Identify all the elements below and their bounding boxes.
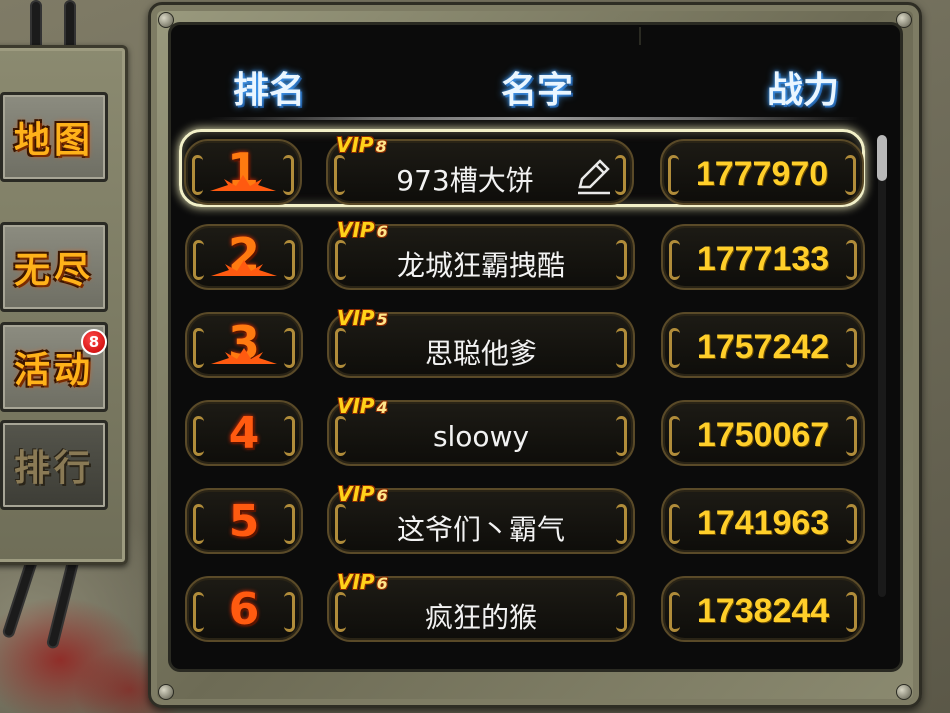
player-name: 这爷们丶霸气 bbox=[396, 513, 565, 546]
power-cell: 1738244 bbox=[661, 576, 865, 642]
power-value: 1757242 bbox=[696, 328, 830, 366]
table-row[interactable]: 5 VIP 6 这爷们丶霸气 1741963 bbox=[183, 481, 865, 559]
sidebar-item-label: 排行 bbox=[13, 448, 94, 489]
name-cell: VIP 6 疯狂的猴 bbox=[327, 570, 635, 642]
sidebar-item-label: 地图 bbox=[13, 120, 94, 161]
sidebar-item-endless[interactable]: 无尽 bbox=[0, 222, 108, 312]
leaderboard-scrollbar[interactable] bbox=[877, 135, 887, 597]
name-cell: VIP 6 龙城狂霸拽酷 bbox=[327, 218, 635, 290]
header-divider bbox=[209, 117, 860, 120]
rank-spark-icon bbox=[210, 175, 276, 191]
power-cell: 1741963 bbox=[661, 488, 865, 554]
vip-badge: VIP 6 bbox=[337, 218, 388, 242]
rank-number: 4 bbox=[228, 408, 260, 459]
power-value: 1741963 bbox=[696, 504, 830, 542]
vip-badge: VIP 5 bbox=[337, 306, 388, 330]
power-value: 1777133 bbox=[696, 240, 830, 278]
rivet-icon bbox=[158, 684, 174, 700]
power-value: 1750067 bbox=[696, 416, 830, 454]
frame-seam bbox=[639, 27, 641, 45]
rank-spark-icon bbox=[211, 348, 277, 364]
table-row-self[interactable]: 1 VIP 8 973槽大饼 1777970 bbox=[179, 129, 865, 207]
power-value: 1738244 bbox=[696, 592, 830, 630]
rivet-icon bbox=[896, 684, 912, 700]
header-name: 名字 bbox=[501, 70, 574, 111]
leaderboard-panel: 排名 名字 战力 1 VIP 8 973槽大饼 1777970 2 VIP 6 … bbox=[168, 22, 903, 672]
name-cell: VIP 6 这爷们丶霸气 bbox=[327, 482, 635, 554]
sidebar-item-map[interactable]: 地图 bbox=[0, 92, 108, 182]
table-row[interactable]: 6 VIP 6 疯狂的猴 1738244 bbox=[183, 569, 865, 647]
name-cell: VIP 5 思聪他爹 bbox=[327, 306, 635, 378]
rank-spark-icon bbox=[211, 260, 277, 276]
player-name: sloowy bbox=[432, 420, 530, 453]
player-name: 思聪他爹 bbox=[424, 337, 537, 370]
scrollbar-thumb[interactable] bbox=[877, 135, 887, 181]
rank-cell: 3 bbox=[185, 312, 303, 378]
power-cell: 1777133 bbox=[661, 224, 865, 290]
vip-badge: VIP 8 bbox=[336, 133, 387, 157]
rank-number: 5 bbox=[228, 496, 260, 547]
name-cell: VIP 8 973槽大饼 bbox=[326, 133, 634, 205]
rank-number: 6 bbox=[228, 584, 260, 635]
power-cell: 1757242 bbox=[661, 312, 865, 378]
vip-badge: VIP 4 bbox=[337, 394, 388, 418]
sidebar-item-label: 无尽 bbox=[13, 250, 94, 291]
rank-cell: 5 bbox=[185, 488, 303, 554]
name-cell: VIP 4 sloowy bbox=[327, 394, 635, 466]
rank-cell: 4 bbox=[185, 400, 303, 466]
header-rank: 排名 bbox=[233, 70, 306, 111]
table-row[interactable]: 4 VIP 4 sloowy 1750067 bbox=[183, 393, 865, 471]
leaderboard-header: 排名 名字 战力 bbox=[171, 61, 900, 111]
vip-badge: VIP 6 bbox=[337, 570, 388, 594]
header-power: 战力 bbox=[767, 70, 840, 111]
player-name: 疯狂的猴 bbox=[424, 601, 537, 634]
table-row[interactable]: 2 VIP 6 龙城狂霸拽酷 1777133 bbox=[183, 217, 865, 295]
player-name: 龙城狂霸拽酷 bbox=[396, 249, 565, 282]
rank-cell: 2 bbox=[185, 224, 303, 290]
pencil-edit-icon[interactable] bbox=[572, 155, 614, 197]
rank-cell: 1 bbox=[184, 139, 302, 205]
power-value: 1777970 bbox=[695, 155, 829, 193]
notification-badge: 8 bbox=[81, 329, 107, 355]
rank-cell: 6 bbox=[185, 576, 303, 642]
sidebar-item-ranking[interactable]: 排行 bbox=[0, 420, 108, 510]
power-cell: 1750067 bbox=[661, 400, 865, 466]
table-row[interactable]: 3 VIP 5 思聪他爹 1757242 bbox=[183, 305, 865, 383]
power-cell: 1777970 bbox=[660, 139, 864, 205]
vip-badge: VIP 6 bbox=[337, 482, 388, 506]
